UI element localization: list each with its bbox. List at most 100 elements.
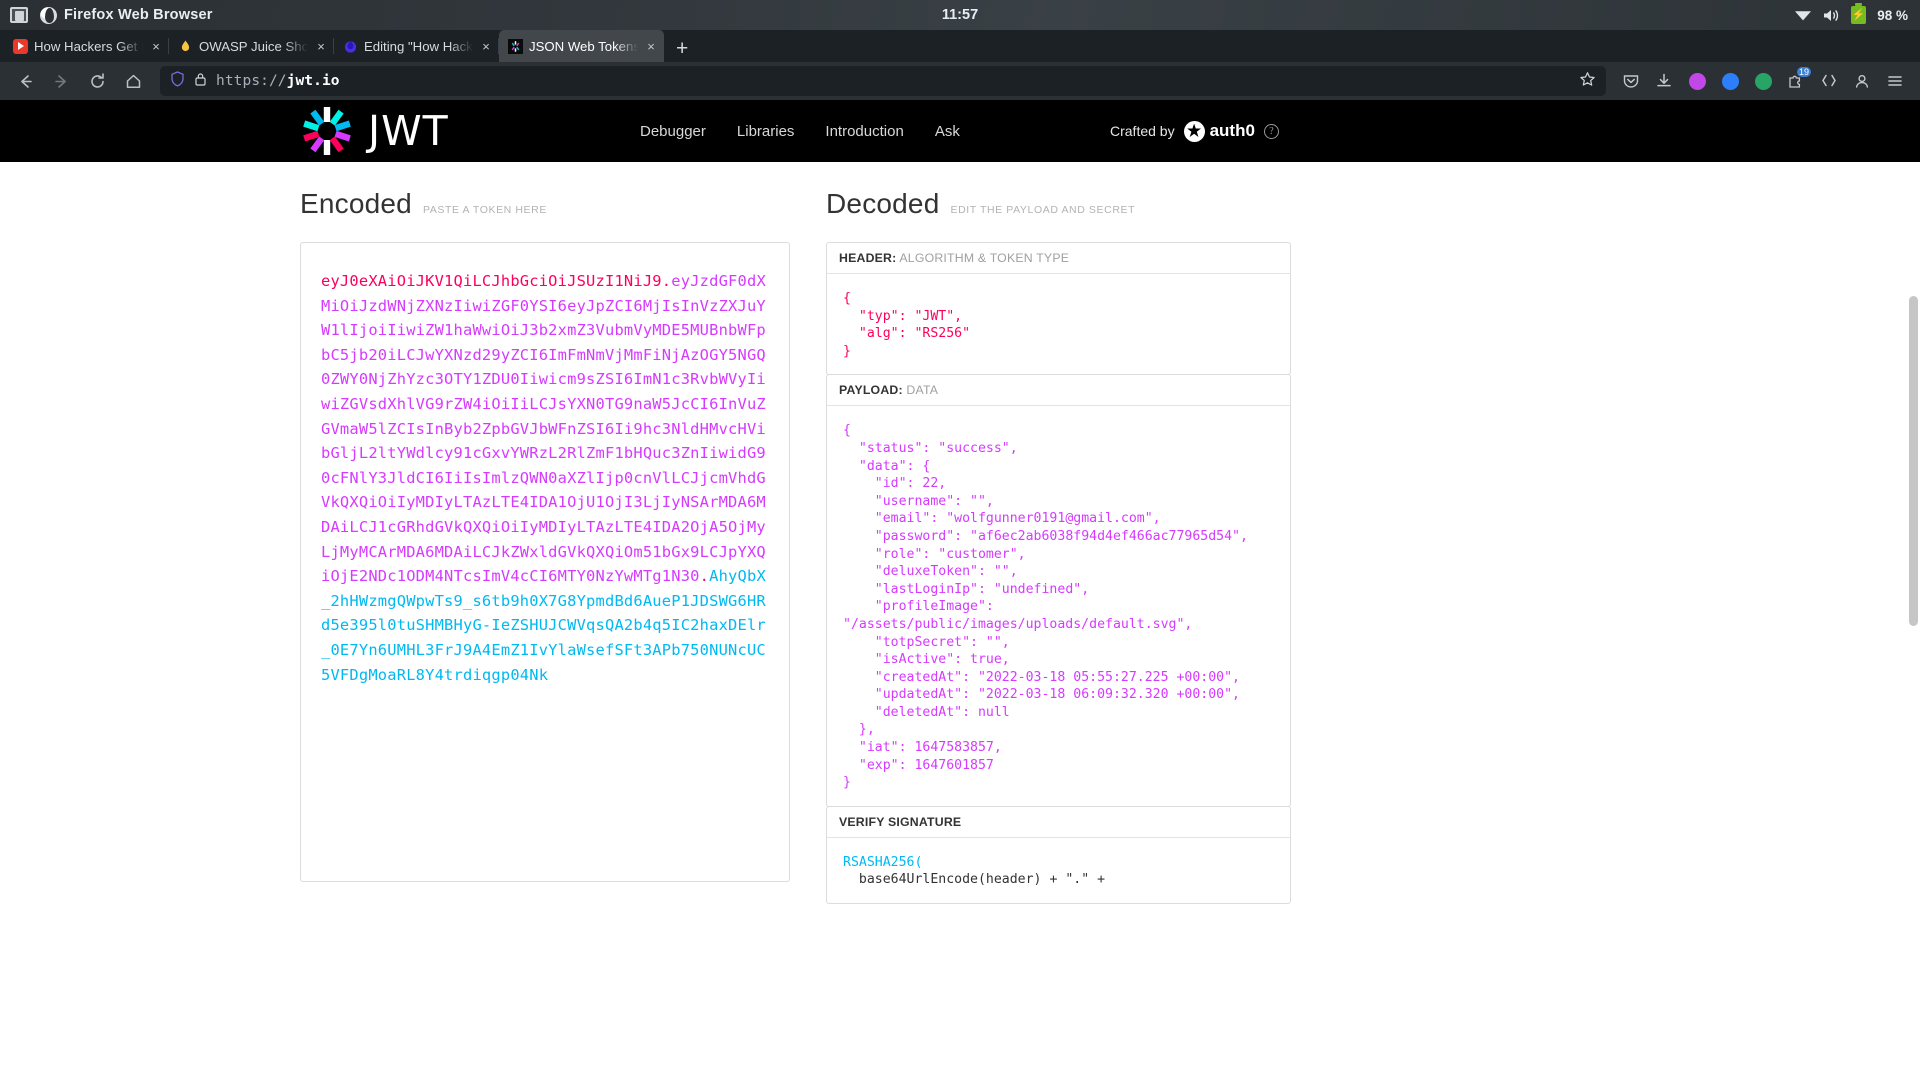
site-header: JWT Debugger Libraries Introduction Ask … xyxy=(0,100,1920,162)
star-icon[interactable] xyxy=(1579,71,1596,92)
system-tray: ⚡ 98 % xyxy=(1794,3,1908,24)
os-top-panel: Firefox Web Browser 11:57 ⚡ 98 % xyxy=(0,0,1920,30)
tab-json-web-tokens[interactable]: JSON Web Tokens × xyxy=(499,30,664,62)
token-separator-1: . xyxy=(661,272,672,290)
home-icon[interactable] xyxy=(116,66,150,96)
tab-strip: How Hackers Get F × OWASP Juice Shop × E… xyxy=(0,30,1920,62)
pocket-icon[interactable] xyxy=(1616,66,1646,96)
auth0-label: auth0 xyxy=(1209,121,1255,140)
nav-item-introduction[interactable]: Introduction xyxy=(825,123,903,140)
payload-json-editor[interactable]: { "status": "success", "data": { "id": 2… xyxy=(827,406,1290,805)
decoded-heading: Decoded xyxy=(826,188,940,219)
token-payload-segment: eyJzdGF0dXMiOiJzdWNjZXNzIiwiZGF0YSI6eyJp… xyxy=(321,272,766,586)
decoded-title: Decoded EDIT THE PAYLOAD AND SECRET xyxy=(826,188,1291,220)
extension-purple-icon[interactable] xyxy=(1682,66,1712,96)
nav-item-libraries[interactable]: Libraries xyxy=(737,123,795,140)
tab-youtube[interactable]: How Hackers Get F × xyxy=(4,30,169,62)
container-icon[interactable] xyxy=(1814,66,1844,96)
header-panel-hint: ALGORITHM & TOKEN TYPE xyxy=(899,251,1070,265)
payload-panel-hint: DATA xyxy=(906,383,939,398)
youtube-favicon-icon xyxy=(13,38,28,54)
tab-title: JSON Web Tokens xyxy=(529,38,638,54)
site-logo[interactable]: JWT xyxy=(300,104,449,158)
volume-icon[interactable] xyxy=(1823,8,1840,23)
auth0-logo[interactable]: auth0 xyxy=(1183,120,1255,142)
clock[interactable]: 11:57 xyxy=(942,7,978,23)
token-header-segment: eyJ0eXAiOiJKV1QiLCJhbGciOiJSUzI1NiJ9 xyxy=(321,272,662,290)
menu-icon[interactable] xyxy=(1880,66,1910,96)
extension-green-icon[interactable] xyxy=(1748,66,1778,96)
tab-close-icon[interactable]: × xyxy=(644,40,658,53)
page-scrollbar[interactable] xyxy=(1909,296,1918,856)
extensions-puzzle-icon[interactable]: 19 xyxy=(1781,66,1811,96)
site-wordmark: JWT xyxy=(368,107,449,155)
signature-editor[interactable]: RSASHA256( base64UrlEncode(header) + "."… xyxy=(827,838,1290,903)
jwt-favicon-icon xyxy=(508,38,523,54)
debugger-columns: Encoded PASTE A TOKEN HERE eyJ0eXAiOiJKV… xyxy=(0,162,1920,905)
crafted-by-label: Crafted by xyxy=(1110,123,1175,139)
browser-toolbar-icons: 19 xyxy=(1616,66,1912,96)
signature-panel-label: VERIFY SIGNATURE xyxy=(827,807,1290,838)
header-panel-title: HEADER: xyxy=(839,251,897,265)
extension-update-badge: 19 xyxy=(1796,67,1811,77)
signature-panel: VERIFY SIGNATURE RSASHA256( base64UrlEnc… xyxy=(826,805,1291,905)
url-host: jwt.io xyxy=(286,73,340,89)
extension-blue-icon[interactable] xyxy=(1715,66,1745,96)
encoded-token-input[interactable]: eyJ0eXAiOiJKV1QiLCJhbGciOiJSUzI1NiJ9.eyJ… xyxy=(300,242,790,882)
downloads-icon[interactable] xyxy=(1649,66,1679,96)
tab-close-icon[interactable]: × xyxy=(314,40,328,53)
forward-icon[interactable] xyxy=(44,66,78,96)
url-scheme: https:// xyxy=(216,73,287,89)
crafted-by: Crafted by auth0 ? xyxy=(1110,120,1279,142)
editor-favicon-icon xyxy=(343,39,358,54)
browser-chrome: How Hackers Get F × OWASP Juice Shop × E… xyxy=(0,30,1920,100)
active-app-name[interactable]: Firefox Web Browser xyxy=(40,6,213,24)
navigation-toolbar: https://jwt.io 19 xyxy=(0,62,1920,100)
tab-editing-document[interactable]: Editing "How Hacke × xyxy=(334,30,499,62)
firefox-logo-icon xyxy=(40,6,57,24)
decoded-subheading: EDIT THE PAYLOAD AND SECRET xyxy=(950,204,1136,216)
nav-item-debugger[interactable]: Debugger xyxy=(640,123,706,140)
token-separator-2: . xyxy=(699,567,710,586)
url-bar[interactable]: https://jwt.io xyxy=(160,66,1606,96)
tab-close-icon[interactable]: × xyxy=(479,40,493,53)
decoded-column: Decoded EDIT THE PAYLOAD AND SECRET HEAD… xyxy=(826,162,1291,905)
lock-icon[interactable] xyxy=(194,72,207,91)
wifi-icon[interactable] xyxy=(1794,8,1812,22)
tab-title: Editing "How Hacke xyxy=(364,38,473,54)
signature-line-1: RSASHA256( xyxy=(843,854,923,870)
battery-label: 98 % xyxy=(1877,7,1908,23)
scrollbar-thumb[interactable] xyxy=(1909,296,1918,626)
header-panel: HEADER: ALGORITHM & TOKEN TYPE { "typ": … xyxy=(826,242,1291,376)
encoded-column: Encoded PASTE A TOKEN HERE eyJ0eXAiOiJKV… xyxy=(300,162,790,904)
back-icon[interactable] xyxy=(8,66,42,96)
account-icon[interactable] xyxy=(1847,66,1877,96)
tab-close-icon[interactable]: × xyxy=(149,40,163,53)
tab-title: OWASP Juice Shop xyxy=(199,38,308,54)
header-panel-label: HEADER: ALGORITHM & TOKEN TYPE xyxy=(827,243,1290,274)
juiceshop-favicon-icon xyxy=(178,39,193,54)
shield-icon[interactable] xyxy=(170,71,185,91)
signature-panel-title: VERIFY SIGNATURE xyxy=(839,814,962,829)
new-tab-button[interactable]: + xyxy=(664,38,700,62)
header-json-editor[interactable]: { "typ": "JWT", "alg": "RS256" } xyxy=(827,274,1290,374)
active-app-label: Firefox Web Browser xyxy=(64,7,213,23)
auth0-mark-icon xyxy=(1183,120,1205,142)
reload-icon[interactable] xyxy=(80,66,114,96)
signature-line-2: base64UrlEncode(header) + "." + xyxy=(843,872,1106,888)
nav-item-ask[interactable]: Ask xyxy=(935,123,960,140)
encoded-title: Encoded PASTE A TOKEN HERE xyxy=(300,188,790,220)
info-icon[interactable]: ? xyxy=(1263,123,1279,139)
encoded-heading: Encoded xyxy=(300,188,412,219)
payload-panel: PAYLOAD: DATA { "status": "success", "da… xyxy=(826,374,1291,807)
battery-icon[interactable]: ⚡ xyxy=(1851,3,1867,24)
jwt-logo-icon xyxy=(300,104,354,158)
site-nav: Debugger Libraries Introduction Ask xyxy=(640,123,960,140)
tab-owasp-juice-shop[interactable]: OWASP Juice Shop × xyxy=(169,30,334,62)
window-icon[interactable] xyxy=(10,7,28,23)
payload-panel-label: PAYLOAD: DATA xyxy=(827,375,1290,407)
page-content: JWT Debugger Libraries Introduction Ask … xyxy=(0,100,1920,1080)
encoded-subheading: PASTE A TOKEN HERE xyxy=(422,204,547,216)
payload-panel-title: PAYLOAD: xyxy=(839,383,903,398)
url-text[interactable]: https://jwt.io xyxy=(216,73,1570,89)
